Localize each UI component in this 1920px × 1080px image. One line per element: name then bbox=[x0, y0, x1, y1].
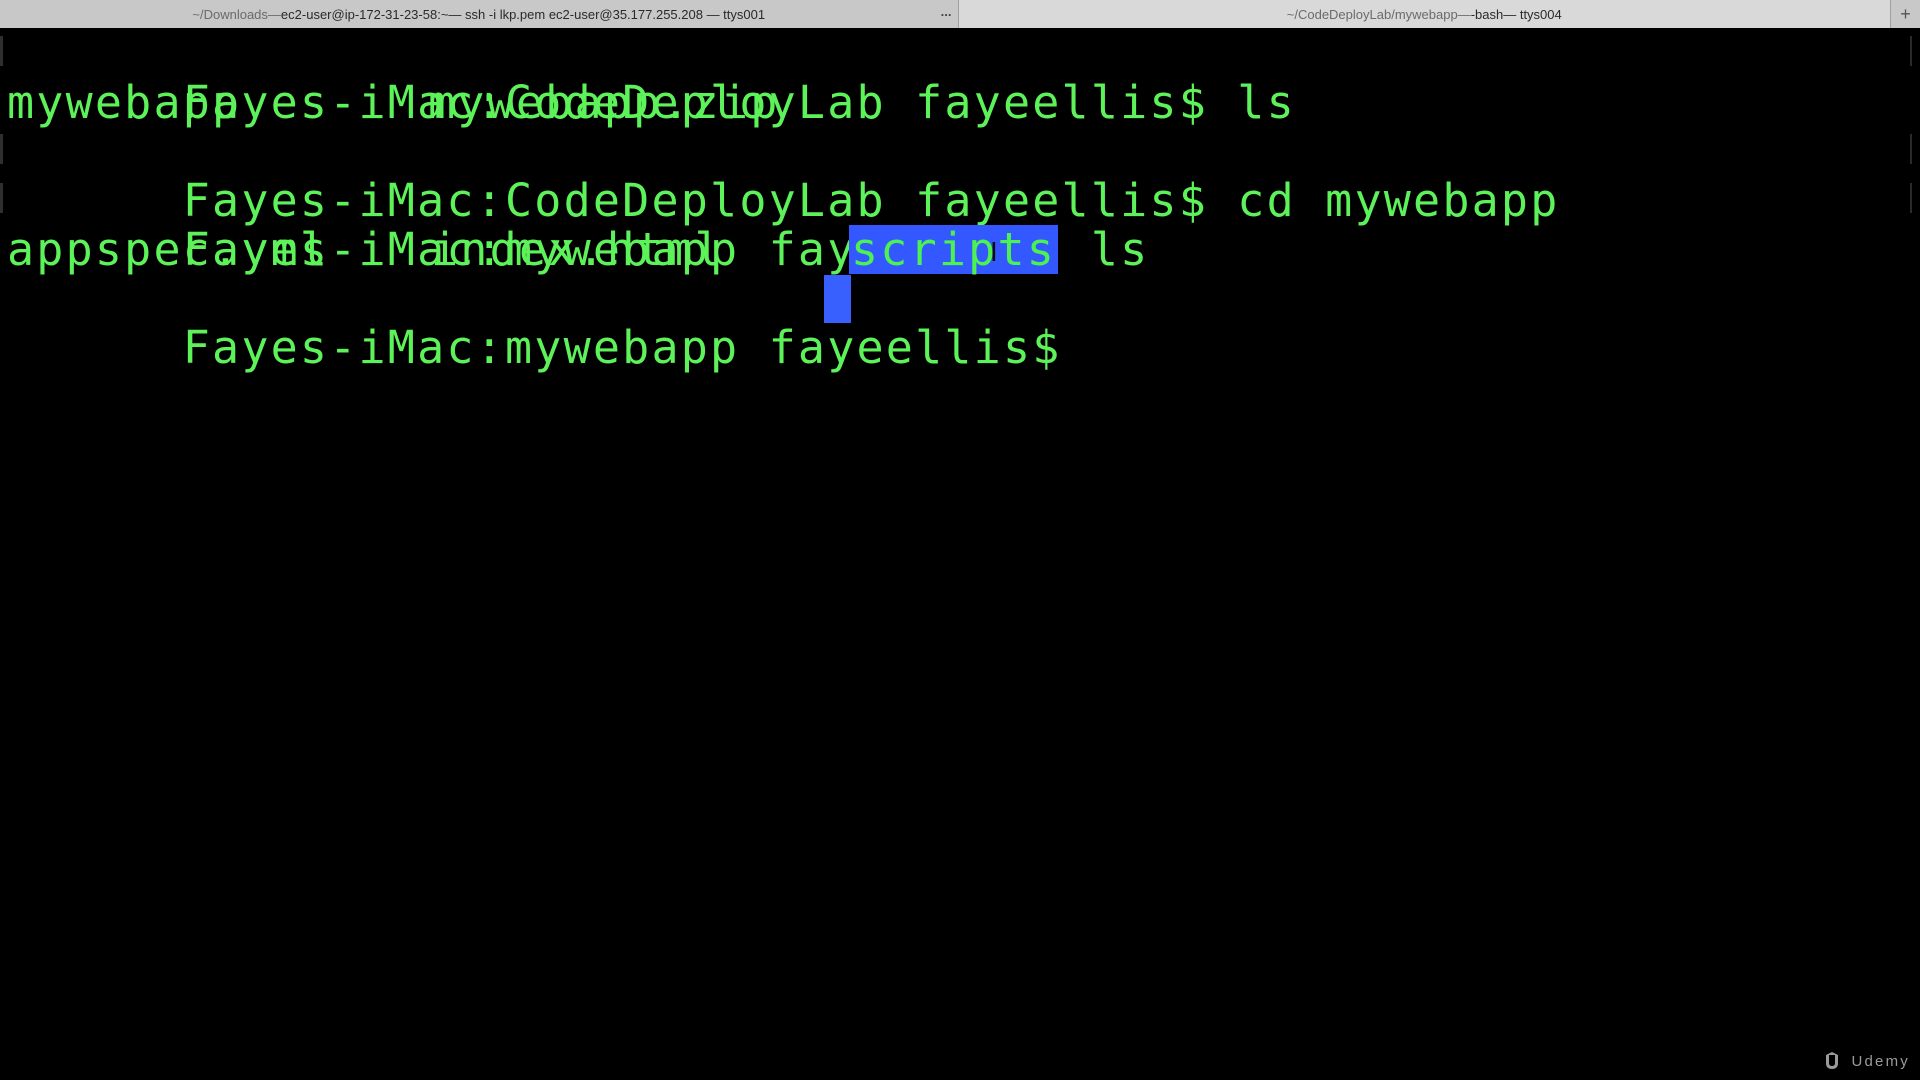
mouse-ibeam-icon: I bbox=[990, 238, 1000, 268]
tab-bash-session[interactable]: ~/CodeDeployLab/mywebapp — -bash — ttys0… bbox=[958, 0, 1892, 28]
terminal-line: Fayes-iMac:mywebapp fayeellis$ ls bbox=[7, 176, 1149, 274]
shell-command: ls bbox=[1208, 76, 1296, 129]
tab-host: -bash bbox=[1470, 6, 1504, 22]
tab-ssh-session[interactable]: ~/Downloads — ec2-user@ip-172-31-23-58:~… bbox=[0, 0, 959, 28]
tab-separator: — bbox=[267, 6, 281, 22]
scrollbar-track bbox=[1910, 134, 1912, 164]
scrollbar-track[interactable] bbox=[1910, 36, 1912, 66]
terminal-line: appspec.yml index.html scripts bbox=[7, 225, 1059, 274]
ls-output-item: appspec.yml bbox=[7, 223, 330, 276]
scroll-mark bbox=[0, 36, 3, 66]
tab-command: — ttys004 bbox=[1503, 6, 1562, 22]
scroll-mark bbox=[0, 183, 3, 213]
new-tab-button[interactable]: + bbox=[1891, 0, 1920, 28]
scrollbar-track bbox=[1910, 183, 1912, 213]
terminal-line: mywebapp mywebapp.zip bbox=[7, 78, 777, 127]
scroll-mark bbox=[0, 134, 3, 164]
shell-command bbox=[1062, 321, 1091, 374]
shell-prompt: Fayes-iMac:mywebapp fayeellis$ bbox=[182, 321, 1062, 374]
udemy-logo-icon bbox=[1826, 1052, 1839, 1069]
text-cursor bbox=[824, 275, 851, 323]
tab-separator: — bbox=[1457, 6, 1471, 22]
tab-overflow-icon[interactable]: ... bbox=[941, 4, 952, 19]
tab-host: ec2-user@ip-172-31-23-58:~ bbox=[280, 6, 449, 22]
shell-command: ls bbox=[1061, 223, 1150, 276]
ls-output-item: index.html bbox=[431, 223, 724, 276]
tab-path: ~/Downloads bbox=[192, 6, 268, 22]
tab-bar: ~/Downloads — ec2-user@ip-172-31-23-58:~… bbox=[0, 0, 1920, 29]
terminal-line: Fayes-iMac:CodeDeployLab fayeellis$ cd m… bbox=[7, 127, 1560, 225]
watermark: Udemy bbox=[1823, 1050, 1910, 1072]
terminal-window: ~/Downloads — ec2-user@ip-172-31-23-58:~… bbox=[0, 0, 1920, 1080]
terminal-output[interactable]: Fayes-iMac:CodeDeployLab fayeellis$ ls m… bbox=[0, 28, 1920, 1080]
watermark-text: Udemy bbox=[1851, 1052, 1910, 1070]
terminal-line: Fayes-iMac:CodeDeployLab fayeellis$ ls bbox=[7, 29, 1296, 127]
ls-output-item: mywebapp bbox=[7, 76, 242, 129]
selected-text-scripts[interactable]: scripts bbox=[849, 225, 1059, 274]
ls-output-item: mywebapp.zip bbox=[428, 76, 780, 129]
tab-command: — ssh -i lkp.pem ec2-user@35.177.255.208… bbox=[448, 6, 766, 22]
shell-command: cd mywebapp bbox=[1208, 174, 1560, 227]
terminal-line: Fayes-iMac:mywebapp fayeellis$ bbox=[7, 274, 1091, 372]
tab-path: ~/CodeDeployLab/mywebapp bbox=[1286, 6, 1458, 22]
